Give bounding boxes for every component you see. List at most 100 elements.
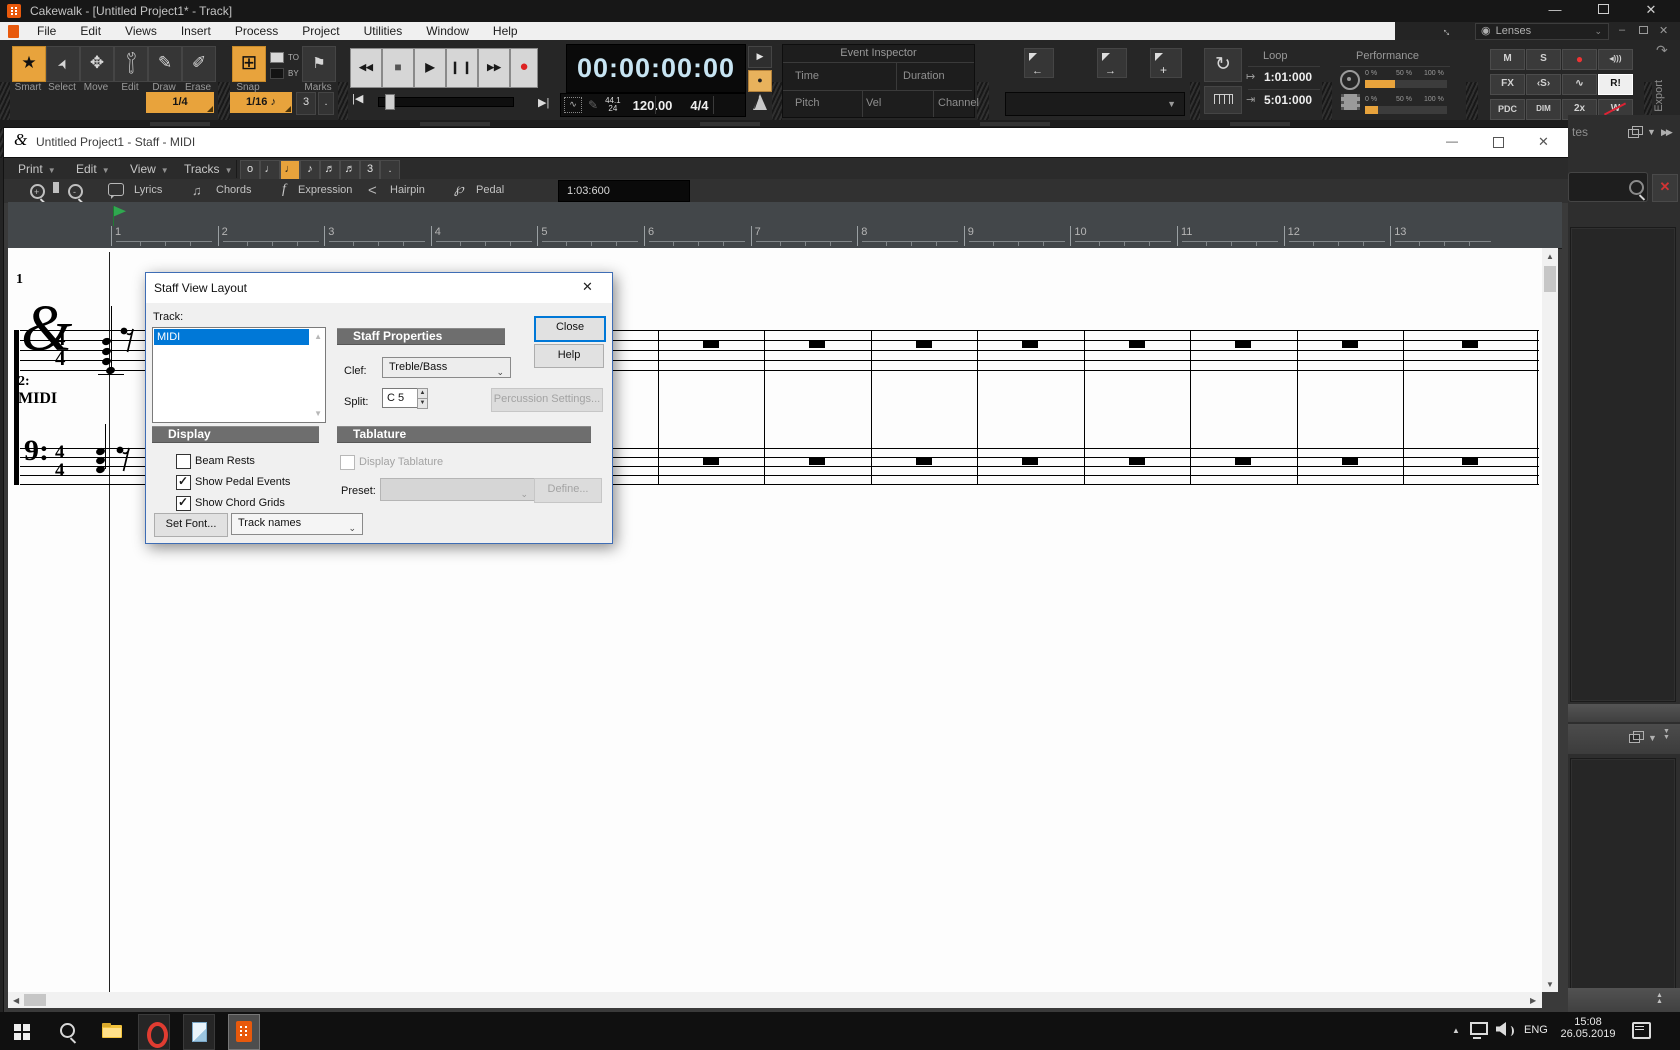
arm-record-button[interactable]: ● xyxy=(1562,49,1597,70)
preset-dropdown[interactable]: ⌄ xyxy=(380,478,535,501)
menu-insert[interactable]: Insert xyxy=(169,24,223,38)
pane-minimize-icon[interactable]: – xyxy=(1619,24,1625,36)
pane-restore-icon[interactable] xyxy=(1639,26,1648,34)
cakewalk-taskbar-button[interactable] xyxy=(228,1014,260,1050)
go-to-start-button[interactable]: |◀ xyxy=(352,92,363,105)
position-slider-track[interactable] xyxy=(378,97,514,107)
zoom-out-icon[interactable]: - xyxy=(68,184,83,199)
staff-close-button[interactable]: ✕ xyxy=(1538,134,1549,150)
tray-expand-icon[interactable]: ▲ xyxy=(1452,1026,1460,1035)
pdc-button[interactable]: PDC xyxy=(1490,99,1525,120)
mini-play-button[interactable]: ▶ xyxy=(748,46,772,68)
dock-icon[interactable] xyxy=(1629,731,1644,746)
zoom-in-icon[interactable]: + xyxy=(30,184,45,199)
opera-button[interactable] xyxy=(138,1014,170,1050)
chords-button[interactable]: Chords xyxy=(216,184,251,196)
snap-to-toggle[interactable] xyxy=(270,52,284,63)
staff-maximize-button[interactable] xyxy=(1493,137,1504,148)
staff-ruler[interactable]: 1 2 3 4 5 6 7 8 9 10 11 12 13 xyxy=(8,202,1562,249)
scroll-right-arrow[interactable]: ▶ xyxy=(1530,996,1536,1005)
zoom-slider[interactable] xyxy=(53,182,59,193)
eighth-note-button[interactable]: ♪ xyxy=(300,160,320,180)
track-listbox[interactable]: MIDI ▲ ▼ xyxy=(152,327,326,423)
pane-close-icon[interactable]: ✕ xyxy=(1659,24,1668,37)
sync-icon[interactable]: ∿ xyxy=(564,97,582,113)
browser-content-top[interactable] xyxy=(1570,227,1676,702)
loop-button[interactable]: ↻ xyxy=(1204,48,1242,82)
marks-button[interactable]: ⚑ xyxy=(302,46,336,82)
export-label[interactable]: Export xyxy=(1653,80,1665,112)
whole-rest[interactable] xyxy=(703,341,719,348)
erase-tool-button[interactable]: ✐ xyxy=(182,46,216,82)
meter-display[interactable]: 4/4 xyxy=(690,98,708,113)
export-arrow-icon[interactable]: ↷ xyxy=(1656,42,1668,59)
whole-rest[interactable] xyxy=(1129,458,1145,465)
network-icon[interactable] xyxy=(1470,1022,1488,1039)
vscroll-thumb[interactable] xyxy=(1544,266,1556,292)
help-button[interactable]: Help xyxy=(534,344,604,368)
checkbox-icon[interactable] xyxy=(176,495,191,511)
whole-rest[interactable] xyxy=(809,341,825,348)
menu-project[interactable]: Project xyxy=(290,24,351,38)
marker-next-button[interactable]: → xyxy=(1097,48,1127,78)
list-scroll-up-icon[interactable]: ▲ xyxy=(314,332,322,341)
ei-vel-field[interactable]: Vel xyxy=(866,97,881,109)
start-button[interactable] xyxy=(0,1012,40,1050)
percussion-settings-button[interactable]: Percussion Settings... xyxy=(491,388,603,412)
hairpin-button[interactable]: Hairpin xyxy=(390,184,425,196)
clear-search-button[interactable]: ✕ xyxy=(1652,174,1678,202)
file-explorer-button[interactable] xyxy=(92,1012,132,1050)
sixteenth-note-button[interactable]: ♬ xyxy=(320,160,340,180)
hscroll-thumb[interactable] xyxy=(24,994,46,1006)
ei-channel-field[interactable]: Channel xyxy=(938,97,979,109)
menu-file[interactable]: File xyxy=(25,24,68,38)
snap-dot-button[interactable]: . xyxy=(318,92,334,115)
panel-menu-icon[interactable]: ▼ xyxy=(1648,733,1657,743)
whole-rest[interactable] xyxy=(1022,341,1038,348)
draw-resolution-dropdown[interactable]: 1/4 xyxy=(146,92,214,113)
ei-time-field[interactable]: Time xyxy=(795,70,819,82)
edit-tool-button[interactable]: 🔧︎ xyxy=(114,46,148,82)
solo-button[interactable]: S xyxy=(1526,49,1561,70)
dim-button[interactable]: DIM xyxy=(1526,99,1561,120)
scroll-down-arrow[interactable]: ▼ xyxy=(1546,980,1554,989)
dock-icon[interactable] xyxy=(1628,126,1643,141)
checkbox-icon[interactable] xyxy=(176,474,191,490)
clef-dropdown[interactable]: Treble/Bass ⌄ xyxy=(382,357,511,378)
marker-prev-button[interactable]: ← xyxy=(1024,48,1054,78)
whole-rest[interactable] xyxy=(1342,341,1358,348)
quarter-note-button[interactable]: ♩ xyxy=(280,160,300,180)
half-note-button[interactable]: ♩ xyxy=(260,160,280,180)
double-down-icon[interactable]: ▼ ▼ xyxy=(1663,728,1670,741)
staff-menu-edit[interactable]: Edit ▼ xyxy=(76,158,110,180)
close-button-dialog[interactable]: Close xyxy=(534,316,606,342)
track-names-dropdown[interactable]: Track names ⌄ xyxy=(231,513,363,535)
close-button[interactable]: ✕ xyxy=(1634,0,1668,22)
rewind-button[interactable]: ◀◀ xyxy=(350,48,382,88)
whole-rest[interactable] xyxy=(916,341,932,348)
input-echo-button[interactable]: ◂))) xyxy=(1598,49,1633,70)
horizontal-scrollbar[interactable]: ◀ ▶ xyxy=(8,992,1542,1008)
snap-triplet-button[interactable]: 3 xyxy=(296,92,316,115)
clock[interactable]: 15:08 26.05.2019 xyxy=(1556,1016,1620,1040)
dotted-note-button[interactable]: . xyxy=(380,160,400,180)
select-tool-button[interactable]: ➤ xyxy=(46,46,80,82)
loop-end-value[interactable]: 5:01:000 xyxy=(1264,93,1312,107)
menu-process[interactable]: Process xyxy=(223,24,290,38)
marker-dropdown[interactable]: ▼ xyxy=(1005,92,1185,116)
position-slider-thumb[interactable] xyxy=(385,94,395,110)
minimize-button[interactable]: — xyxy=(1538,0,1572,22)
track-list-item-selected[interactable]: MIDI xyxy=(154,329,309,345)
smart-tool-button[interactable]: ★ xyxy=(12,46,46,82)
search-input[interactable] xyxy=(1568,172,1648,202)
stop-button[interactable]: ■ xyxy=(382,48,414,88)
lenses-dropdown[interactable]: ◉ Lenses ⌄ xyxy=(1475,23,1609,40)
whole-rest[interactable] xyxy=(1235,458,1251,465)
whole-rest[interactable] xyxy=(1342,458,1358,465)
whole-note-button[interactable]: o xyxy=(240,160,260,180)
whole-rest[interactable] xyxy=(1129,341,1145,348)
dialog-close-icon[interactable]: ✕ xyxy=(582,279,593,295)
taskbar-search-button[interactable] xyxy=(48,1012,88,1050)
position-readout[interactable]: 1:03:600 xyxy=(558,180,690,202)
staff-window-titlebar[interactable]: & Untitled Project1 - Staff - MIDI — ✕ xyxy=(4,128,1568,157)
